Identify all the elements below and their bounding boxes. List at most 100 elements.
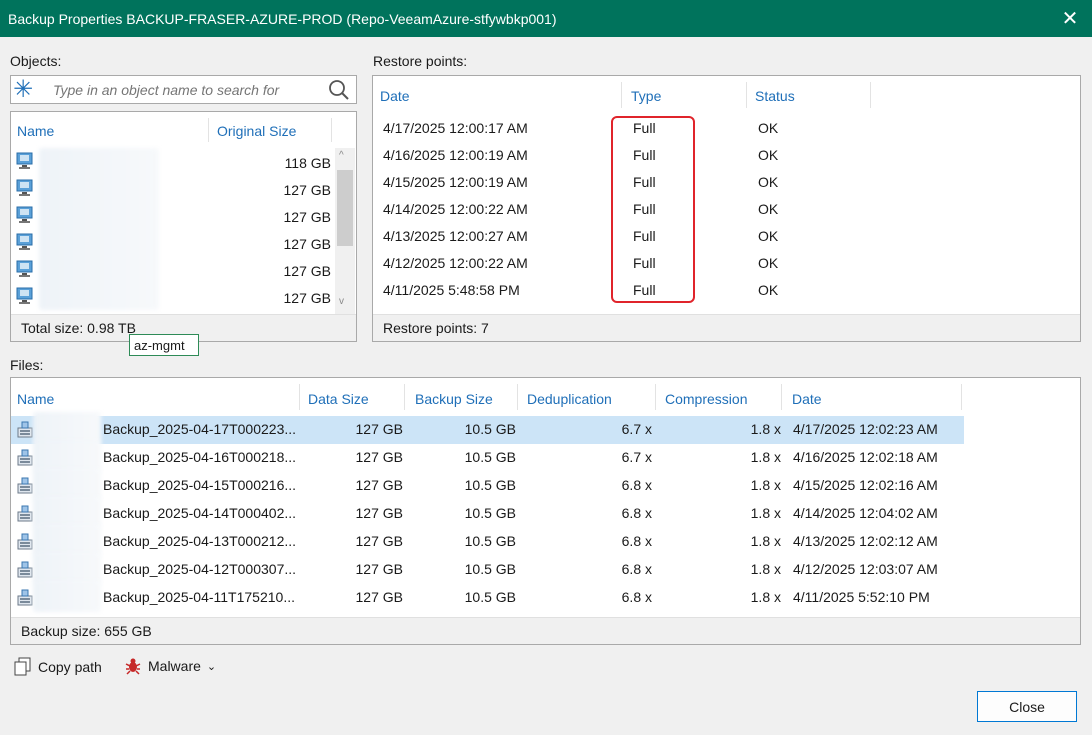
vm-icon [16, 179, 33, 196]
restore-date: 4/17/2025 12:00:17 AM [383, 120, 528, 136]
list-item[interactable]: 118 GB [11, 150, 331, 177]
list-item[interactable]: 127 GB [11, 285, 331, 312]
table-row[interactable]: 4/13/2025 12:00:27 AM Full OK [373, 224, 1073, 251]
table-row[interactable]: 4/15/2025 12:00:19 AM Full OK [373, 170, 1073, 197]
restore-col-date[interactable]: Date [380, 88, 410, 104]
object-size: 118 GB [284, 155, 331, 171]
table-row[interactable]: Backup_2025-04-14T000402... 127 GB 10.5 … [11, 496, 964, 528]
table-row[interactable]: Backup_2025-04-11T175210... 127 GB 10.5 … [11, 580, 964, 612]
restore-date: 4/14/2025 12:00:22 AM [383, 201, 528, 217]
restore-status: OK [758, 201, 779, 217]
file-deduplication: 6.7 x [621, 421, 652, 437]
object-search-input[interactable] [51, 79, 321, 101]
backup-file-icon [17, 421, 33, 438]
list-item[interactable]: 127 GB [11, 231, 331, 258]
restore-status: OK [758, 120, 779, 136]
objects-scroll-thumb[interactable] [337, 170, 353, 246]
table-row[interactable]: Backup_2025-04-17T000223... 127 GB 10.5 … [11, 412, 964, 444]
close-button[interactable]: Close [977, 691, 1077, 722]
table-row[interactable]: 4/17/2025 12:00:17 AM Full OK [373, 116, 1073, 143]
file-compression: 1.8 x [750, 449, 781, 465]
files-col-date[interactable]: Date [792, 391, 822, 407]
object-size: 127 GB [283, 290, 331, 306]
vm-icon [16, 206, 33, 223]
backup-file-icon [17, 477, 33, 494]
object-size: 127 GB [283, 236, 331, 252]
file-deduplication: 6.8 x [621, 477, 652, 493]
tooltip-text: az-mgmt [134, 337, 185, 353]
table-row[interactable]: 4/14/2025 12:00:22 AM Full OK [373, 197, 1073, 224]
search-icon[interactable] [328, 79, 350, 101]
file-backup-size: 10.5 GB [464, 477, 516, 493]
list-item[interactable]: 127 GB [11, 258, 331, 285]
type-column-highlight [611, 116, 695, 303]
file-name: Backup_2025-04-11T175210... [103, 589, 295, 605]
files-col-data-size[interactable]: Data Size [308, 391, 369, 407]
file-data-size: 127 GB [355, 421, 403, 437]
restore-points-label: Restore points: [373, 53, 468, 69]
file-backup-size: 10.5 GB [464, 505, 516, 521]
restore-points-table: Date Type Status 4/17/2025 12:00:17 AM F… [372, 75, 1081, 342]
objects-col-name[interactable]: Name [17, 123, 54, 139]
restore-status: OK [758, 174, 779, 190]
files-footer: Backup size: 655 GB [11, 617, 1080, 644]
restore-date: 4/12/2025 12:00:22 AM [383, 255, 528, 271]
backup-file-icon [17, 533, 33, 550]
close-icon[interactable]: ✕ [1058, 6, 1082, 30]
copy-path-button[interactable]: Copy path [14, 657, 102, 677]
table-row[interactable]: Backup_2025-04-12T000307... 127 GB 10.5 … [11, 552, 964, 584]
file-data-size: 127 GB [355, 533, 403, 549]
objects-col-size[interactable]: Original Size [217, 123, 296, 139]
table-row[interactable]: 4/11/2025 5:48:58 PM Full OK [373, 278, 1073, 305]
file-backup-size: 10.5 GB [464, 533, 516, 549]
file-deduplication: 6.7 x [621, 449, 652, 465]
file-date: 4/16/2025 12:02:18 AM [793, 449, 938, 465]
files-col-backup-size[interactable]: Backup Size [415, 391, 493, 407]
file-data-size: 127 GB [355, 505, 403, 521]
backup-file-icon [17, 449, 33, 466]
file-data-size: 127 GB [355, 561, 403, 577]
malware-dropdown[interactable]: Malware ⌄ [124, 657, 216, 675]
asterisk-icon: ✳ [13, 76, 34, 103]
file-name: Backup_2025-04-13T000212... [103, 533, 297, 549]
files-col-compression[interactable]: Compression [665, 391, 747, 407]
table-row[interactable]: 4/12/2025 12:00:22 AM Full OK [373, 251, 1073, 278]
files-col-name[interactable]: Name [17, 391, 54, 407]
copy-icon [14, 657, 31, 676]
restore-points-count: Restore points: 7 [383, 320, 489, 336]
object-search-box[interactable]: ✳ [10, 75, 357, 104]
bug-icon [125, 658, 141, 675]
file-compression: 1.8 x [750, 533, 781, 549]
restore-date: 4/13/2025 12:00:27 AM [383, 228, 528, 244]
file-compression: 1.8 x [750, 589, 781, 605]
files-col-deduplication[interactable]: Deduplication [527, 391, 612, 407]
object-size: 127 GB [283, 263, 331, 279]
files-label: Files: [10, 357, 44, 373]
restore-col-type[interactable]: Type [631, 88, 661, 104]
file-date: 4/13/2025 12:02:12 AM [793, 533, 938, 549]
table-row[interactable]: Backup_2025-04-13T000212... 127 GB 10.5 … [11, 524, 964, 556]
restore-status: OK [758, 147, 779, 163]
list-item[interactable]: 127 GB [11, 204, 331, 231]
table-row[interactable]: Backup_2025-04-15T000216... 127 GB 10.5 … [11, 468, 964, 500]
title-bar: Backup Properties BACKUP-FRASER-AZURE-PR… [0, 0, 1092, 37]
file-backup-size: 10.5 GB [464, 449, 516, 465]
file-data-size: 127 GB [355, 477, 403, 493]
file-name: Backup_2025-04-16T000218... [103, 449, 297, 465]
copy-path-label: Copy path [38, 659, 102, 675]
vm-icon [16, 233, 33, 250]
file-date: 4/12/2025 12:03:07 AM [793, 561, 938, 577]
vm-icon [16, 152, 33, 169]
restore-date: 4/11/2025 5:48:58 PM [383, 282, 520, 298]
table-row[interactable]: Backup_2025-04-16T000218... 127 GB 10.5 … [11, 440, 964, 472]
objects-scrollbar[interactable]: ^ v [335, 148, 355, 314]
file-compression: 1.8 x [750, 505, 781, 521]
table-row[interactable]: 4/16/2025 12:00:19 AM Full OK [373, 143, 1073, 170]
file-backup-size: 10.5 GB [464, 561, 516, 577]
file-data-size: 127 GB [355, 589, 403, 605]
file-data-size: 127 GB [355, 449, 403, 465]
list-item[interactable]: 127 GB [11, 177, 331, 204]
restore-col-status[interactable]: Status [755, 88, 795, 104]
file-compression: 1.8 x [750, 477, 781, 493]
file-name: Backup_2025-04-15T000216... [103, 477, 297, 493]
